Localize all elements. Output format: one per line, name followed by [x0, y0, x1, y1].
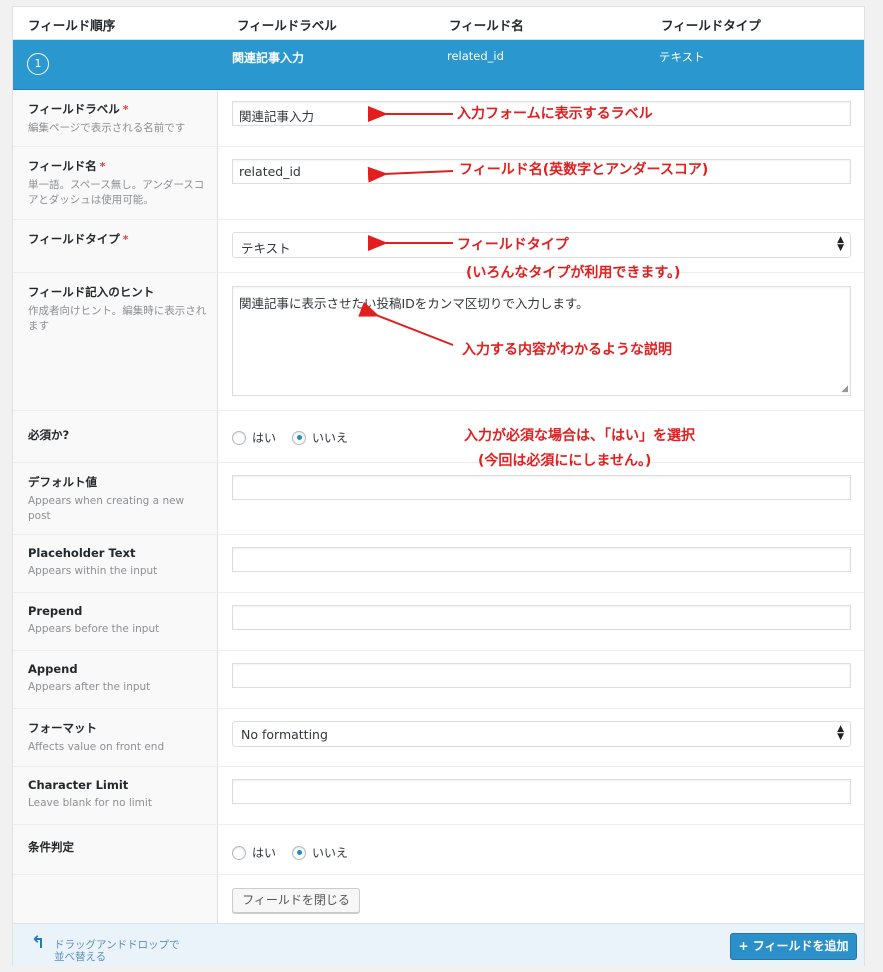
field-summary-name: related_id [447, 49, 504, 63]
row-label-cell: Prepend Appears before the input [13, 593, 218, 650]
row-field-hint: フィールド記入のヒント 作成者向けヒント。編集時に表示されます 関連記事に表示さ… [13, 273, 864, 411]
field-name-desc: 単一語。スペース無し。アンダースコアとダッシュは使用可能。 [28, 179, 205, 206]
col-header-order: フィールド順序 [28, 18, 116, 33]
conditional-yes-radio[interactable] [232, 845, 246, 860]
format-select[interactable]: No formatting ▲ ▼ [232, 721, 851, 747]
field-label-desc: 編集ページで表示される名前です [28, 122, 186, 134]
col-header-name: フィールド名 [449, 18, 524, 33]
prepend-input[interactable] [232, 605, 851, 630]
resize-grip-icon[interactable]: ◢ [841, 384, 848, 394]
required-yes-radio[interactable] [232, 430, 246, 445]
conditional-yes-option[interactable]: はい [232, 844, 276, 861]
row-placeholder: Placeholder Text Appears within the inpu… [13, 535, 864, 593]
row-label-cell: フィールドラベル * 編集ページで表示される名前です [13, 90, 218, 146]
row-label-cell: デフォルト値 Appears when creating a new post [13, 463, 218, 534]
required-yes-option[interactable]: はい [232, 429, 276, 446]
row-required: 必須か? はい いいえ [13, 411, 864, 463]
annotation-type-note-2: (いろんなタイプが利用できます。) [466, 265, 681, 281]
required-mark: * [99, 160, 106, 173]
field-editor-panel: フィールド順序 フィールドラベル フィールド名 フィールドタイプ 1 関連記事入… [12, 6, 865, 966]
close-field-button[interactable]: フィールドを閉じる [232, 888, 360, 913]
annotation-hint-note: 入力する内容がわかるような説明 [462, 342, 672, 358]
placeholder-desc: Appears within the input [28, 565, 158, 577]
conditional-title: 条件判定 [28, 840, 74, 854]
default-value-title: デフォルト値 [28, 475, 97, 489]
conditional-radio-group: はい いいえ [232, 844, 364, 861]
drag-arrow-icon: ↰ [31, 933, 46, 953]
row-format: フォーマット Affects value on front end No for… [13, 709, 864, 767]
row-close-field: フィールドを閉じる [13, 875, 864, 923]
required-radio-group: はい いいえ [232, 429, 364, 446]
conditional-no-radio[interactable] [292, 845, 307, 860]
prepend-desc: Appears before the input [28, 623, 160, 635]
character-limit-desc: Leave blank for no limit [28, 797, 152, 809]
row-label-cell: 必須か? [13, 411, 218, 462]
row-label-cell: 条件判定 [13, 825, 218, 874]
field-hint-value: 関連記事に表示させたい投稿IDをカンマ区切りで入力します。 [239, 296, 589, 311]
default-value-input[interactable] [232, 475, 851, 500]
row-label-cell: Placeholder Text Appears within the inpu… [13, 535, 218, 592]
required-no-option[interactable]: いいえ [292, 429, 348, 446]
default-value-desc: Appears when creating a new post [28, 495, 185, 522]
field-type-value: テキスト [241, 241, 291, 256]
annotation-name-note: フィールド名(英数字とアンダースコア) [459, 162, 709, 178]
row-prepend: Prepend Appears before the input [13, 593, 864, 651]
row-field-type: フィールドタイプ * テキスト ▲ ▼ [13, 220, 864, 273]
col-header-label: フィールドラベル [237, 18, 337, 33]
row-default-value: デフォルト値 Appears when creating a new post [13, 463, 864, 535]
field-hint-title: フィールド記入のヒント [28, 285, 155, 299]
required-no-radio[interactable] [292, 430, 307, 445]
row-conditional: 条件判定 はい いいえ [13, 825, 864, 875]
append-input[interactable] [232, 663, 851, 688]
annotation-label-note: 入力フォームに表示するラベル [457, 106, 653, 122]
field-summary-row[interactable]: 1 関連記事入力 related_id テキスト [13, 40, 864, 90]
add-field-button[interactable]: + フィールドを追加 [730, 933, 857, 960]
annotation-required-note-1: 入力が必須な場合は、「はい」を選択 [464, 428, 695, 444]
required-title: 必須か? [28, 428, 70, 442]
format-title: フォーマット [28, 721, 97, 735]
select-arrows-icon: ▲ ▼ [837, 724, 844, 742]
field-order-badge[interactable]: 1 [27, 53, 49, 75]
annotation-required-note-2: (今回は必須ににしません。) [478, 453, 652, 469]
field-type-title: フィールドタイプ * [28, 232, 129, 246]
select-arrows-icon: ▲ ▼ [837, 235, 844, 253]
placeholder-input[interactable] [232, 547, 851, 572]
row-label-cell: フォーマット Affects value on front end [13, 709, 218, 766]
row-field-name: フィールド名 * 単一語。スペース無し。アンダースコアとダッシュは使用可能。 re… [13, 147, 864, 220]
row-label-cell: Character Limit Leave blank for no limit [13, 767, 218, 824]
field-hint-desc: 作成者向けヒント。編集時に表示されます [28, 305, 207, 332]
append-title: Append [28, 662, 78, 676]
required-mark: * [122, 103, 129, 116]
row-character-limit: Character Limit Leave blank for no limit [13, 767, 864, 825]
append-desc: Appears after the input [28, 681, 151, 693]
conditional-no-option[interactable]: いいえ [292, 844, 348, 861]
row-label-cell: フィールド名 * 単一語。スペース無し。アンダースコアとダッシュは使用可能。 [13, 147, 218, 219]
field-summary-type: テキスト [659, 50, 705, 64]
placeholder-title: Placeholder Text [28, 546, 136, 560]
field-list-header: フィールド順序 フィールドラベル フィールド名 フィールドタイプ [13, 7, 864, 40]
row-label-cell: フィールド記入のヒント 作成者向けヒント。編集時に表示されます [13, 273, 218, 410]
drag-hint-text: ドラッグアンドドロップで並べ替える [54, 939, 180, 963]
row-field-label: フィールドラベル * 編集ページで表示される名前です 関連記事入力 [13, 90, 864, 147]
character-limit-title: Character Limit [28, 778, 129, 792]
character-limit-input[interactable] [232, 779, 851, 804]
row-append: Append Appears after the input [13, 651, 864, 709]
field-name-title: フィールド名 * [28, 159, 106, 173]
annotation-type-note-1: フィールドタイプ [457, 237, 569, 253]
row-label-cell: Append Appears after the input [13, 651, 218, 708]
col-header-type: フィールドタイプ [661, 18, 761, 33]
format-desc: Affects value on front end [28, 741, 165, 753]
required-mark: * [122, 233, 129, 246]
field-summary-label[interactable]: 関連記事入力 [232, 49, 304, 66]
field-list-footer: ↰ ドラッグアンドドロップで並べ替える + フィールドを追加 [13, 923, 864, 966]
row-label-cell: フィールドタイプ * [13, 220, 218, 272]
field-label-title: フィールドラベル * [28, 102, 129, 116]
prepend-title: Prepend [28, 604, 83, 618]
row-label-cell [13, 875, 218, 923]
format-value: No formatting [241, 727, 328, 742]
